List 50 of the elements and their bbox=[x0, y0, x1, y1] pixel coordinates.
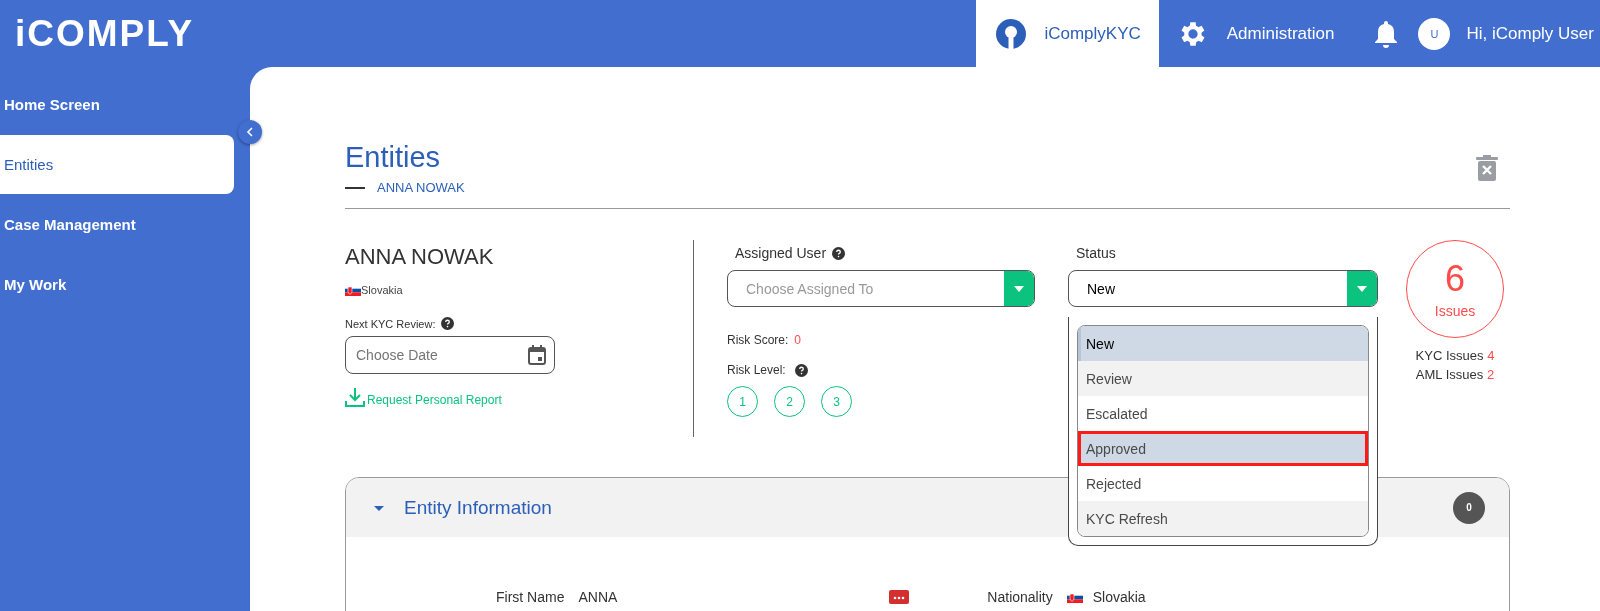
help-icon[interactable] bbox=[441, 317, 455, 330]
status-option[interactable]: KYC Refresh bbox=[1078, 501, 1368, 536]
flag-icon bbox=[1066, 591, 1083, 603]
status-dropdown[interactable]: New bbox=[1068, 270, 1378, 307]
breadcrumb-link[interactable]: ANNA NOWAK bbox=[377, 180, 465, 195]
risk-level-label: Risk Level: bbox=[727, 363, 786, 377]
field-label: Nationality bbox=[987, 589, 1053, 605]
caret-down-icon bbox=[1356, 284, 1368, 293]
risk-score-value: 0 bbox=[794, 333, 802, 347]
delete-icon[interactable] bbox=[1476, 155, 1498, 181]
sidebar-item[interactable]: My Work bbox=[0, 255, 234, 314]
nav-tab[interactable]: Administration bbox=[1158, 0, 1353, 67]
sidebar-item[interactable]: Entities bbox=[0, 135, 234, 194]
risk-score-label: Risk Score: bbox=[727, 333, 789, 347]
field-value: Slovakia bbox=[1092, 589, 1146, 605]
issue-count-line: KYC Issues 4 bbox=[1415, 348, 1495, 363]
assigned-user-label: Assigned User bbox=[735, 245, 827, 261]
issue-count-line: AML Issues 2 bbox=[1415, 367, 1495, 382]
sidebar-item[interactable]: Case Management bbox=[0, 195, 234, 254]
sidebar-item[interactable]: Home Screen bbox=[0, 75, 234, 134]
collapse-sidebar-button[interactable] bbox=[238, 120, 262, 144]
keyhole-icon bbox=[996, 18, 1027, 49]
status-option[interactable]: New bbox=[1078, 326, 1368, 361]
field-label: First Name bbox=[496, 589, 565, 605]
app-logo: iCOMPLY bbox=[15, 12, 195, 55]
status-label: Status bbox=[1076, 245, 1116, 261]
download-icon bbox=[345, 387, 365, 407]
help-icon[interactable] bbox=[832, 246, 846, 260]
issues-count: 6 bbox=[1445, 259, 1465, 299]
issues-label: Issues bbox=[1434, 303, 1476, 319]
status-option[interactable]: Review bbox=[1078, 361, 1368, 396]
help-icon[interactable] bbox=[794, 363, 808, 377]
assigned-user-dropdown[interactable]: Choose Assigned To bbox=[727, 270, 1035, 307]
field-value: ANNA bbox=[578, 589, 618, 605]
caret-down-icon bbox=[1013, 284, 1025, 293]
page-title: Entities bbox=[345, 141, 442, 174]
entity-name: ANNA NOWAK bbox=[345, 244, 495, 270]
flag-icon bbox=[345, 284, 361, 296]
date-input[interactable]: Choose Date bbox=[354, 346, 520, 364]
nav-tab[interactable]: iComplyKYC bbox=[976, 0, 1159, 67]
date-field[interactable]: Choose Date bbox=[345, 336, 555, 374]
user-greeting[interactable]: Hi, iComply User bbox=[1466, 23, 1594, 44]
count-badge: 0 bbox=[1453, 491, 1485, 524]
country-label: Slovakia bbox=[361, 284, 403, 296]
chevron-left-icon bbox=[246, 127, 254, 137]
section-toggle[interactable]: Entity Information bbox=[374, 496, 552, 519]
review-label: Next KYC Review: bbox=[345, 317, 436, 330]
user-avatar[interactable]: U bbox=[1418, 17, 1451, 50]
status-option[interactable]: Approved bbox=[1078, 431, 1368, 466]
notification-bell-icon[interactable] bbox=[1374, 18, 1399, 49]
